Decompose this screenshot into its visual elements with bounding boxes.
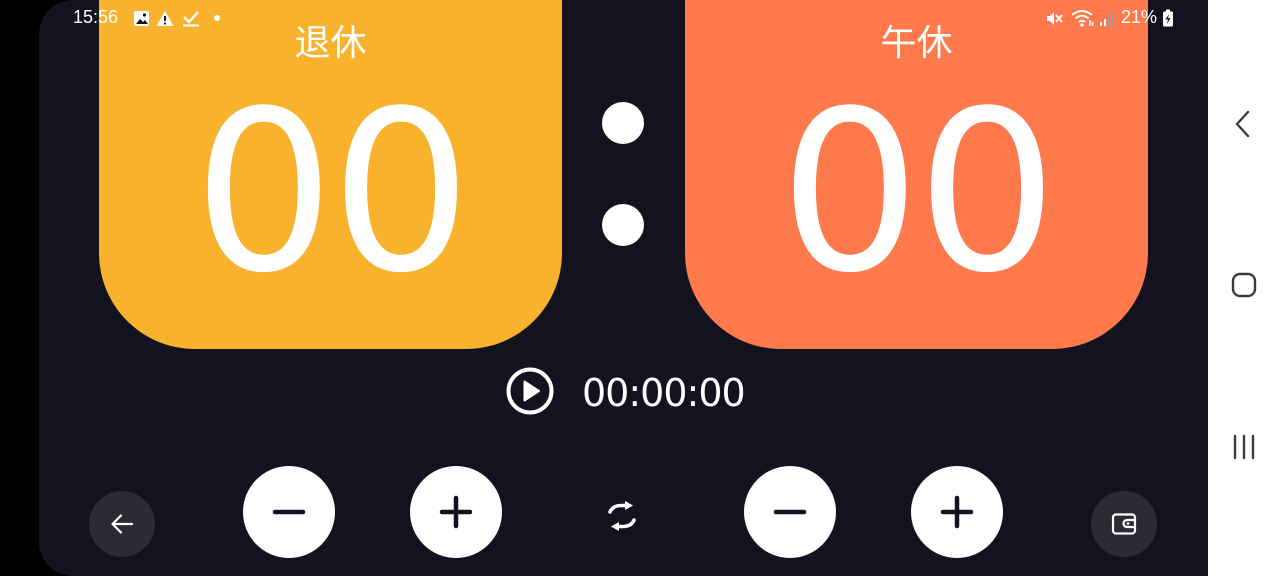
rounded-square-icon bbox=[1231, 272, 1257, 298]
signal-icon bbox=[1098, 9, 1116, 27]
minus-icon bbox=[272, 509, 306, 515]
three-bars-icon bbox=[1233, 434, 1255, 460]
play-circle-icon bbox=[506, 367, 554, 415]
minus-icon bbox=[773, 509, 807, 515]
swap-sides-button[interactable] bbox=[600, 494, 644, 538]
status-bar: 15:56 21% bbox=[39, 5, 1189, 31]
wifi-icon bbox=[1071, 9, 1095, 27]
check-download-icon bbox=[182, 9, 200, 27]
score-right: 00 bbox=[779, 64, 1058, 322]
timer-display: 00:00:00 bbox=[582, 371, 746, 415]
device-screen: 退休 00 午休 00 00:00:00 15:56 21% bbox=[0, 0, 1280, 576]
wallet-button[interactable] bbox=[1091, 491, 1157, 557]
increase-right-score-button[interactable] bbox=[911, 466, 1003, 558]
battery-charging-icon bbox=[1162, 9, 1174, 27]
dot-icon bbox=[208, 9, 226, 27]
nav-back-button[interactable] bbox=[1224, 104, 1264, 144]
mute-icon bbox=[1045, 9, 1063, 27]
plus-icon bbox=[940, 495, 974, 529]
wallet-icon bbox=[1111, 513, 1137, 535]
decrease-right-score-button[interactable] bbox=[744, 466, 836, 558]
plus-icon bbox=[439, 495, 473, 529]
system-navigation-bar bbox=[1208, 0, 1280, 576]
warning-icon bbox=[156, 9, 174, 27]
chevron-left-icon bbox=[1235, 110, 1250, 138]
score-left: 00 bbox=[193, 64, 472, 322]
colon-dot-top bbox=[602, 102, 644, 144]
score-card-right[interactable]: 午休 00 bbox=[685, 0, 1148, 349]
nav-home-button[interactable] bbox=[1224, 265, 1264, 305]
arrow-left-icon bbox=[111, 514, 134, 534]
colon-dot-bottom bbox=[602, 204, 644, 246]
back-button[interactable] bbox=[89, 491, 155, 557]
scoreboard-app: 退休 00 午休 00 00:00:00 bbox=[39, 0, 1208, 576]
play-timer-button[interactable] bbox=[505, 366, 555, 416]
swap-icon bbox=[608, 501, 636, 531]
status-time: 15:56 bbox=[73, 7, 119, 27]
score-card-left[interactable]: 退休 00 bbox=[99, 0, 562, 349]
increase-left-score-button[interactable] bbox=[410, 466, 502, 558]
image-icon bbox=[132, 9, 150, 27]
nav-recents-button[interactable] bbox=[1224, 427, 1264, 467]
decrease-left-score-button[interactable] bbox=[243, 466, 335, 558]
battery-percent: 21% bbox=[1121, 7, 1158, 27]
